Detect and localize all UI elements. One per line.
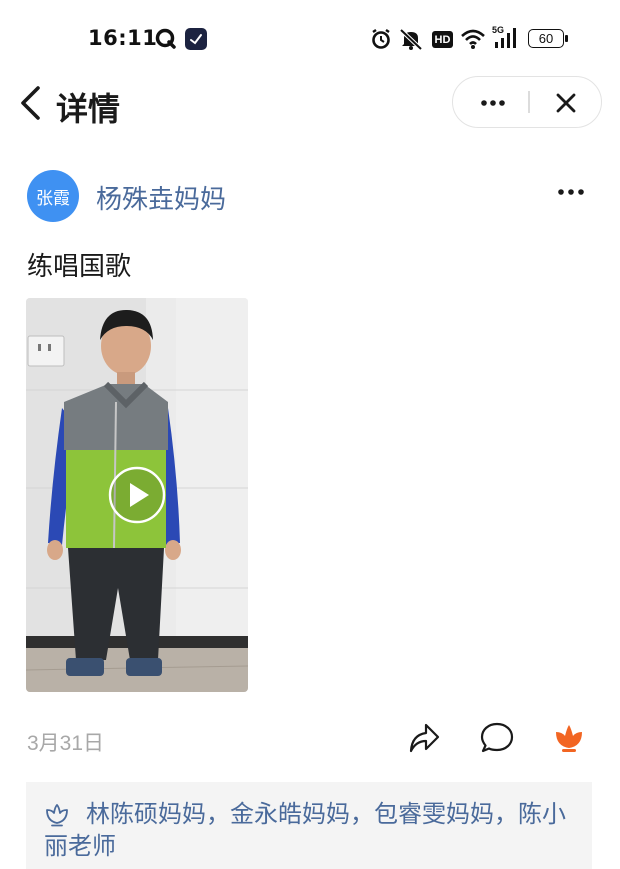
status-time: 16:11 [88, 26, 158, 50]
mute-bell-icon [399, 28, 423, 51]
play-button[interactable] [108, 466, 166, 524]
capsule-more-button[interactable] [471, 87, 515, 119]
flower-like-icon [556, 725, 582, 752]
cellular-signal-icon: 5G [492, 25, 520, 51]
flower-like-outline-icon [46, 804, 68, 827]
app-notification-icon [155, 28, 176, 49]
comment-button[interactable] [479, 720, 515, 756]
close-icon [556, 93, 576, 113]
alarm-icon [372, 29, 390, 49]
like-button[interactable] [551, 720, 587, 756]
likes-names[interactable]: 林陈硕妈妈，金永皓妈妈，包睿雯妈妈，陈小丽老师 [44, 798, 576, 862]
hd-voice-icon: HD [432, 31, 453, 48]
battery-tip [565, 35, 568, 42]
capsule-close-button[interactable] [543, 87, 587, 119]
more-dots-icon [481, 100, 505, 106]
share-button[interactable] [406, 720, 442, 756]
wifi-icon [461, 29, 485, 49]
post-more-button[interactable] [552, 178, 590, 206]
calendar-app-icon [185, 28, 207, 50]
author-name[interactable]: 杨殊垚妈妈 [96, 179, 226, 216]
chevron-left-icon [21, 86, 40, 120]
battery-icon: 60 [528, 29, 564, 48]
post-content: 练唱国歌 [27, 252, 132, 282]
capsule-divider [528, 91, 530, 113]
more-dots-icon [558, 189, 584, 195]
video-thumbnail[interactable] [26, 298, 248, 692]
battery-level: 60 [538, 31, 554, 46]
mini-program-capsule [452, 76, 602, 128]
likes-list: 林陈硕妈妈，金永皓妈妈，包睿雯妈妈，陈小丽老师 [26, 782, 592, 869]
post-date: 3月31日 [27, 732, 105, 755]
page-title: 详情 [56, 90, 121, 128]
comment-icon [480, 722, 514, 753]
share-icon [409, 723, 440, 753]
back-button[interactable] [14, 82, 48, 124]
network-type-label: 5G [492, 25, 505, 35]
avatar[interactable]: 张霞 [27, 170, 79, 222]
